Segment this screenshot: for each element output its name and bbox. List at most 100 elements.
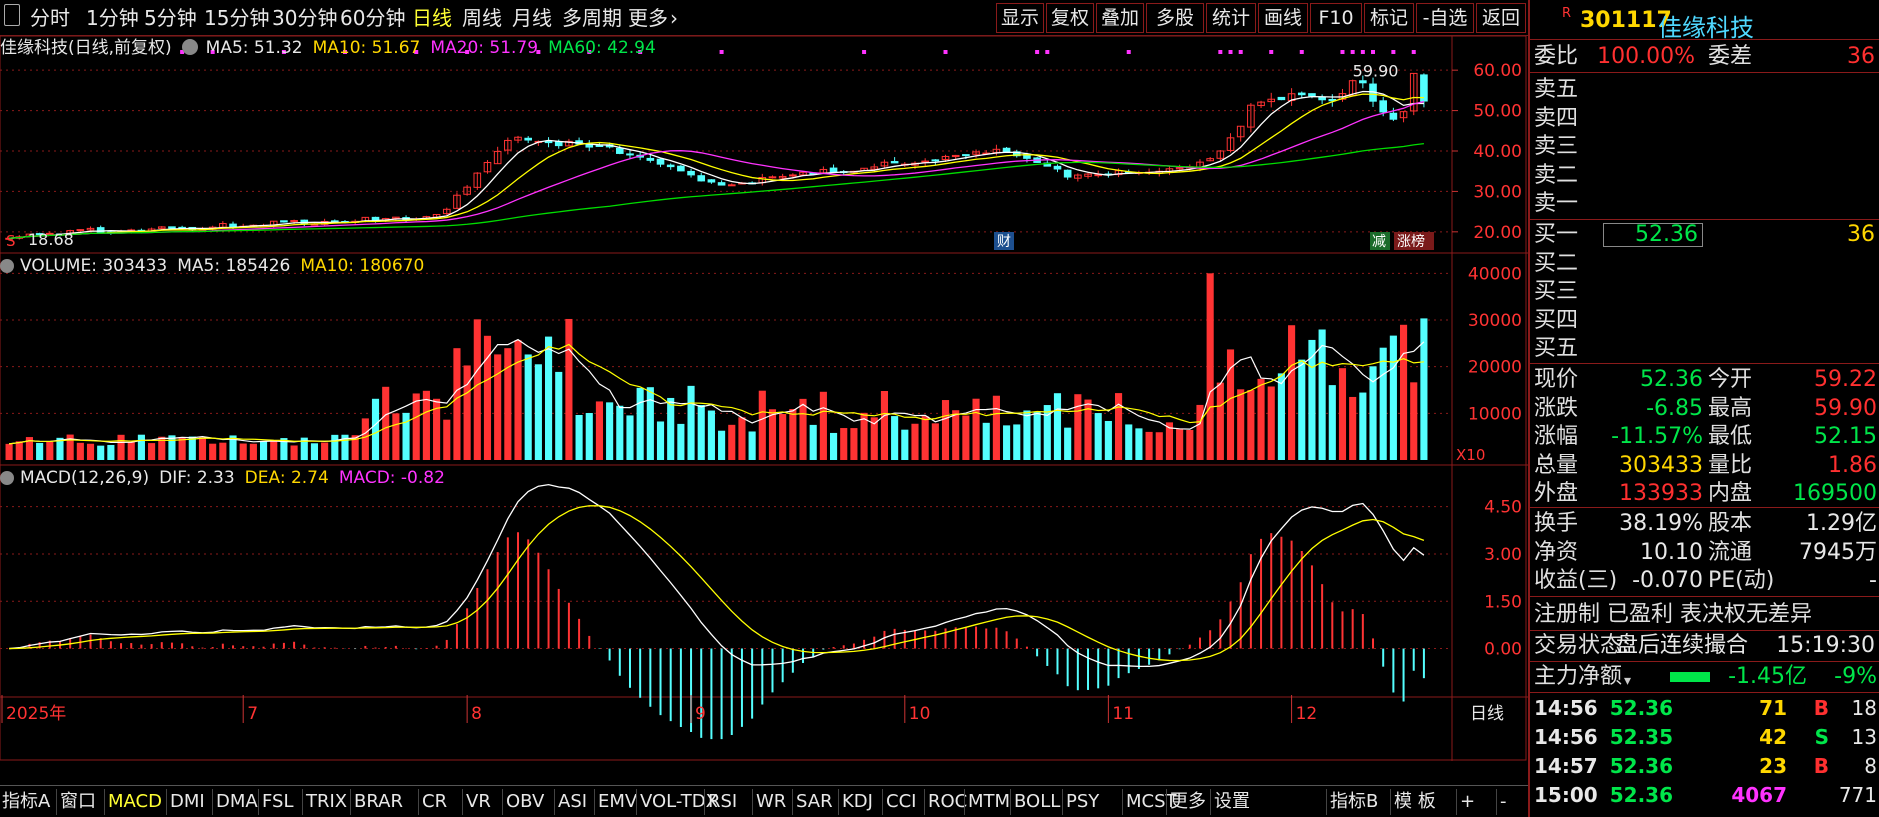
indicator-tab[interactable]: 设置: [1214, 790, 1250, 814]
tab-more[interactable]: 更多: [628, 5, 668, 31]
price-axis-label: 20.00: [1473, 223, 1522, 243]
indicator-tab[interactable]: SAR: [796, 790, 833, 814]
btn-draw-line[interactable]: 画线: [1258, 3, 1308, 33]
indicator-tab[interactable]: 指标B: [1330, 790, 1378, 814]
volume-bar: [1216, 382, 1224, 460]
tab-30min[interactable]: 30分钟: [272, 5, 337, 31]
indicator-tab[interactable]: CCI: [886, 790, 916, 814]
tab-divider: [554, 789, 555, 815]
tick-side: B: [1813, 696, 1829, 720]
indicator-tab[interactable]: MACD: [108, 790, 162, 814]
indicator-tab[interactable]: 更多: [1170, 790, 1206, 814]
buy-level-1: 买一 52.36 36: [1530, 221, 1879, 249]
indicator-tab[interactable]: VOL-TDX: [640, 790, 718, 814]
indicator-tab[interactable]: VR: [466, 790, 491, 814]
indicator-tab[interactable]: +: [1460, 790, 1475, 814]
volume-bar: [392, 413, 400, 460]
candle-body: [1389, 112, 1398, 120]
btn-overlay[interactable]: 叠加: [1096, 3, 1144, 33]
indicator-tab[interactable]: 指标A: [2, 790, 50, 814]
indicator-tab[interactable]: BOLL: [1014, 790, 1060, 814]
volume-bar: [453, 348, 461, 460]
indicator-tab[interactable]: WR: [756, 790, 786, 814]
chevron-down-icon[interactable]: [181, 39, 198, 55]
event-dot: [1360, 50, 1365, 54]
volume-axis-label: 30000: [1468, 311, 1522, 331]
reg-note: 注册制 已盈利 表决权无差异: [1530, 601, 1879, 629]
tab-daily[interactable]: 日线: [412, 5, 452, 31]
tab-monthly[interactable]: 月线: [512, 5, 552, 31]
buy-level-label: 买二: [1534, 250, 1579, 276]
candle-body: [1063, 169, 1072, 178]
volume-bar: [779, 413, 787, 460]
volume-bar: [76, 442, 84, 460]
btn-multi-stock[interactable]: 多股: [1146, 3, 1204, 33]
indicator-tab[interactable]: OBV: [506, 790, 544, 814]
price-axis-label: 40.00: [1473, 142, 1522, 162]
btn-mark[interactable]: 标记: [1364, 3, 1414, 33]
macd-axis-label: 3.00: [1484, 545, 1522, 565]
btn-restore-rights[interactable]: 复权: [1046, 3, 1094, 33]
indicator-tab[interactable]: ROC: [928, 790, 967, 814]
tab-divider: [462, 789, 463, 815]
sell-level-1: 卖一: [1530, 190, 1879, 218]
indicator-tab[interactable]: CR: [422, 790, 447, 814]
weicha-label: 委差: [1708, 44, 1753, 69]
tab-divider: [1122, 789, 1123, 815]
ma5-line: [9, 90, 1424, 239]
date-label: 12: [1296, 704, 1318, 724]
indicator-tab[interactable]: MCST: [1126, 790, 1177, 814]
volume-bar: [962, 415, 970, 460]
btn-statistics[interactable]: 统计: [1206, 3, 1256, 33]
tab-multi-period[interactable]: 多周期: [562, 5, 622, 31]
chevron-down-icon[interactable]: [0, 259, 14, 273]
tab-weekly[interactable]: 周线: [462, 5, 502, 31]
chevron-down-icon[interactable]: [0, 471, 14, 485]
indicator-tab[interactable]: ASI: [558, 790, 587, 814]
indicator-tab[interactable]: PSY: [1066, 790, 1099, 814]
tab-60min[interactable]: 60分钟: [340, 5, 405, 31]
indicator-tab[interactable]: TRIX: [306, 790, 347, 814]
stats-label: 换手: [1534, 511, 1579, 536]
ma60-line: [9, 143, 1424, 239]
chevron-right-icon[interactable]: ›: [670, 5, 678, 31]
kline-chart[interactable]: 60.00 50.00 40.00 30.00 20.00 59.90 18.68 S 财 减涨榜…: [0, 36, 1528, 761]
tab-1min[interactable]: 1分钟: [86, 5, 139, 31]
indicator-tab[interactable]: BRAR: [354, 790, 403, 814]
volume-bar: [1186, 429, 1194, 460]
indicator-tab[interactable]: MTM: [968, 790, 1010, 814]
panel-toggle-icon[interactable]: [4, 4, 20, 26]
buy-level-3: 买三: [1530, 278, 1879, 306]
net-flow[interactable]: 主力净额 ▾ -1.45亿 -9%: [1530, 663, 1879, 691]
indicator-tab[interactable]: 模 板: [1394, 790, 1436, 814]
volume-bar: [1277, 373, 1285, 460]
indicator-tab[interactable]: DMA: [216, 790, 258, 814]
tab-divider: [924, 789, 925, 815]
indicator-tab[interactable]: -: [1500, 790, 1507, 814]
indicator-tab[interactable]: RSI: [708, 790, 737, 814]
volume-bar: [585, 413, 593, 460]
btn-watchlist[interactable]: -自选: [1416, 3, 1474, 33]
volume-bar: [1104, 420, 1112, 460]
indicator-tab[interactable]: 窗口: [60, 790, 96, 814]
candle-body: [1053, 165, 1062, 170]
indicator-tab[interactable]: FSL: [262, 790, 294, 814]
indicator-tab[interactable]: DMI: [170, 790, 205, 814]
event-dot: [1371, 50, 1376, 54]
quote-row: 涨幅 -11.57% 最低 52.15: [1530, 423, 1879, 451]
btn-back[interactable]: 返回: [1476, 3, 1526, 33]
chevron-down-icon[interactable]: ▾: [1624, 667, 1631, 695]
volume-legend: VOLUME: 303433 MA5: 185426 MA10: 180670: [0, 256, 434, 276]
indicator-tab[interactable]: KDJ: [842, 790, 873, 814]
volume-bar: [97, 445, 105, 460]
volume-bar: [1033, 411, 1041, 460]
cai-marker: 财: [997, 234, 1011, 250]
tab-15min[interactable]: 15分钟: [204, 5, 269, 31]
tab-fenshi[interactable]: 分时: [30, 5, 70, 31]
net-flow-value: -1.45亿: [1728, 664, 1807, 689]
volume-bar: [270, 440, 278, 460]
tab-5min[interactable]: 5分钟: [144, 5, 197, 31]
btn-display[interactable]: 显示: [996, 3, 1044, 33]
btn-f10[interactable]: F10: [1310, 3, 1362, 33]
indicator-tab[interactable]: EMV: [598, 790, 637, 814]
